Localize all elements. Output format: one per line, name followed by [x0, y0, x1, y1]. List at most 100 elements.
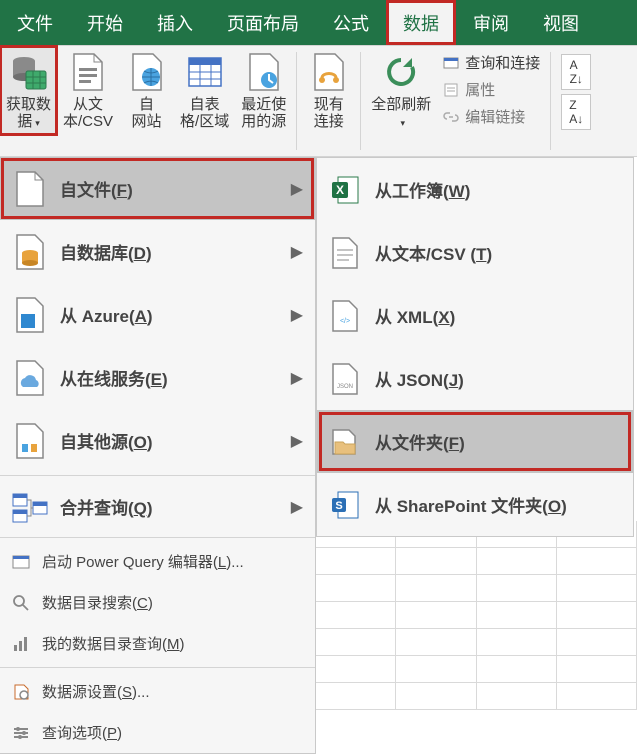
properties-label: 属性	[465, 79, 495, 100]
submenu-from-sharepoint-folder[interactable]: S 从 SharePoint 文件夹(O)	[317, 473, 633, 536]
from-table-button[interactable]: 自表 格/区域	[174, 46, 235, 135]
get-data-dropdown: 自文件(F) ▶ 自数据库(D) ▶ 从 Azure(A) ▶ 从在线服务(E)…	[0, 157, 316, 754]
ribbon: 获取数 据▾ 从文 本/CSV 自 网站 自表 格/区域 最近使 用的源	[0, 45, 637, 157]
stats-icon	[10, 633, 32, 655]
azure-icon	[10, 295, 50, 335]
recent-sources-label: 最近使 用的源	[241, 96, 286, 131]
menu-catalog-search-label: 数据目录搜索(C)	[42, 592, 153, 613]
menu-combine-queries[interactable]: 合并查询(Q) ▶	[0, 479, 315, 534]
submenu-from-xml-label: 从 XML(X)	[375, 303, 455, 328]
ribbon-separator	[360, 52, 361, 150]
menu-my-catalog-queries-label: 我的数据目录查询(M)	[42, 633, 185, 654]
from-text-csv-label: 从文 本/CSV	[63, 96, 113, 131]
properties-icon	[443, 82, 459, 98]
submenu-arrow-icon: ▶	[291, 497, 303, 517]
refresh-all-label: 全部刷新▾	[371, 96, 431, 131]
file-icon	[10, 169, 50, 209]
tab-pagelayout[interactable]: 页面布局	[210, 0, 316, 45]
menu-launch-pq-editor-label: 启动 Power Query 编辑器(L)...	[42, 551, 244, 572]
submenu-from-workbook[interactable]: X 从工作簿(W)	[317, 158, 633, 221]
sharepoint-icon: S	[327, 487, 363, 523]
from-web-label: 自 网站	[132, 96, 162, 131]
menu-separator	[0, 667, 315, 668]
submenu-from-json[interactable]: JSON 从 JSON(J)	[317, 347, 633, 410]
submenu-arrow-icon: ▶	[291, 431, 303, 451]
submenu-from-sharepoint-folder-label: 从 SharePoint 文件夹(O)	[375, 492, 567, 517]
get-data-button[interactable]: 获取数 据▾	[0, 46, 57, 135]
search-icon	[10, 592, 32, 614]
tab-file[interactable]: 文件	[0, 0, 70, 45]
submenu-arrow-icon: ▶	[291, 305, 303, 325]
tab-view[interactable]: 视图	[526, 0, 596, 45]
data-source-settings-icon	[10, 681, 32, 703]
submenu-from-folder-label: 从文件夹(F)	[375, 429, 465, 454]
submenu-from-text-csv[interactable]: 从文本/CSV (T)	[317, 221, 633, 284]
menu-from-file[interactable]: 自文件(F) ▶	[0, 157, 315, 220]
recent-sources-button[interactable]: 最近使 用的源	[235, 46, 292, 135]
submenu-from-workbook-label: 从工作簿(W)	[375, 177, 470, 202]
menu-from-other-sources[interactable]: 自其他源(O) ▶	[0, 409, 315, 472]
menu-from-online-services[interactable]: 从在线服务(E) ▶	[0, 346, 315, 409]
svg-text:</>: </>	[340, 318, 350, 325]
sort-asc-button[interactable]: AZ↓	[561, 54, 591, 90]
menu-data-source-settings-label: 数据源设置(S)...	[42, 681, 150, 702]
get-data-label: 获取数 据▾	[6, 96, 51, 131]
queries-connections-button[interactable]: 查询和连接	[443, 52, 540, 73]
submenu-from-folder[interactable]: 从文件夹(F)	[317, 410, 633, 473]
from-web-button[interactable]: 自 网站	[119, 46, 174, 135]
database-icon	[10, 232, 50, 272]
cloud-icon	[10, 358, 50, 398]
menu-launch-pq-editor[interactable]: 启动 Power Query 编辑器(L)...	[0, 541, 315, 582]
sort-desc-icon: ZA↓	[569, 98, 583, 126]
from-file-submenu: X 从工作簿(W) 从文本/CSV (T) </> 从 XML(X) JSON …	[316, 157, 634, 537]
tab-data[interactable]: 数据	[386, 0, 456, 45]
from-table-label: 自表 格/区域	[180, 96, 229, 131]
menu-combine-queries-label: 合并查询(Q)	[60, 494, 153, 519]
menu-query-options[interactable]: 查询选项(P)	[0, 712, 315, 753]
queries-connections-label: 查询和连接	[465, 52, 540, 73]
existing-connections-label: 现有 连接	[314, 96, 344, 131]
edit-links-button[interactable]: 编辑链接	[443, 106, 540, 127]
from-text-csv-button[interactable]: 从文 本/CSV	[57, 46, 119, 135]
menu-query-options-label: 查询选项(P)	[42, 722, 122, 743]
sort-desc-button[interactable]: ZA↓	[561, 94, 591, 130]
excel-icon: X	[327, 172, 363, 208]
other-sources-icon	[10, 421, 50, 461]
menu-from-file-label: 自文件(F)	[60, 176, 133, 201]
menu-from-azure[interactable]: 从 Azure(A) ▶	[0, 283, 315, 346]
submenu-arrow-icon: ▶	[291, 368, 303, 388]
menu-catalog-search[interactable]: 数据目录搜索(C)	[0, 582, 315, 623]
ribbon-tab-strip: 文件 开始 插入 页面布局 公式 数据 审阅 视图	[0, 0, 637, 45]
tab-insert[interactable]: 插入	[140, 0, 210, 45]
sort-asc-icon: AZ↓	[570, 58, 583, 86]
menu-my-catalog-queries[interactable]: 我的数据目录查询(M)	[0, 623, 315, 664]
refresh-all-button[interactable]: 全部刷新▾	[365, 46, 437, 135]
properties-button[interactable]: 属性	[443, 79, 540, 100]
tab-formulas[interactable]: 公式	[316, 0, 386, 45]
submenu-from-json-label: 从 JSON(J)	[375, 366, 464, 391]
tab-home[interactable]: 开始	[70, 0, 140, 45]
options-icon	[10, 722, 32, 744]
existing-connections-icon	[309, 52, 349, 92]
svg-text:X: X	[336, 183, 344, 197]
recent-icon	[244, 52, 284, 92]
json-file-icon: JSON	[327, 361, 363, 397]
queries-connections-icon	[443, 55, 459, 71]
menu-data-source-settings[interactable]: 数据源设置(S)...	[0, 671, 315, 712]
menu-from-online-services-label: 从在线服务(E)	[60, 365, 168, 390]
ribbon-separator	[550, 52, 551, 150]
text-file-icon	[327, 235, 363, 271]
menu-from-other-sources-label: 自其他源(O)	[60, 428, 153, 453]
combine-icon	[10, 487, 50, 527]
spreadsheet-grid[interactable]	[316, 521, 637, 717]
submenu-arrow-icon: ▶	[291, 242, 303, 262]
submenu-arrow-icon: ▶	[291, 179, 303, 199]
submenu-from-xml[interactable]: </> 从 XML(X)	[317, 284, 633, 347]
svg-text:S: S	[335, 500, 342, 512]
menu-from-database[interactable]: 自数据库(D) ▶	[0, 220, 315, 283]
tab-review[interactable]: 审阅	[456, 0, 526, 45]
connections-mini-group: 查询和连接 属性 编辑链接	[437, 46, 546, 133]
folder-icon	[327, 424, 363, 460]
existing-connections-button[interactable]: 现有 连接	[301, 46, 356, 135]
web-icon	[127, 52, 167, 92]
